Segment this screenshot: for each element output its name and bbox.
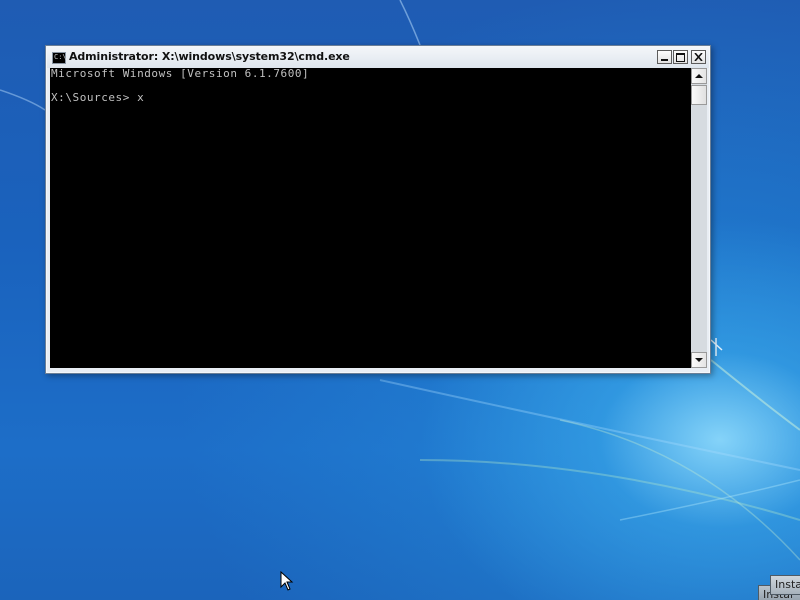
mouse-cursor-icon [280, 571, 294, 591]
cmd-icon-glyph: C:\ [54, 53, 67, 61]
scroll-thumb[interactable] [691, 85, 707, 105]
arrow-down-icon [695, 358, 703, 362]
install-button-front[interactable]: Insta [770, 575, 800, 595]
cmd-icon[interactable]: C:\ [52, 52, 67, 64]
close-icon [694, 53, 703, 61]
arrow-up-icon [695, 74, 703, 78]
console-line: X:\Sources> x [51, 91, 145, 104]
scroll-down-button[interactable] [691, 352, 707, 368]
minimize-button[interactable] [657, 50, 672, 64]
console-output[interactable]: Microsoft Windows [Version 6.1.7600] X:\… [50, 68, 691, 368]
maximize-button[interactable] [673, 50, 688, 64]
window-title: Administrator: X:\windows\system32\cmd.e… [69, 50, 350, 63]
cmd-window[interactable]: C:\ Administrator: X:\windows\system32\c… [45, 45, 711, 374]
console-line: Microsoft Windows [Version 6.1.7600] [51, 68, 310, 80]
scroll-up-button[interactable] [691, 68, 707, 84]
close-button[interactable] [691, 50, 706, 64]
vertical-scrollbar[interactable] [691, 68, 707, 368]
title-bar[interactable]: C:\ Administrator: X:\windows\system32\c… [47, 47, 709, 68]
